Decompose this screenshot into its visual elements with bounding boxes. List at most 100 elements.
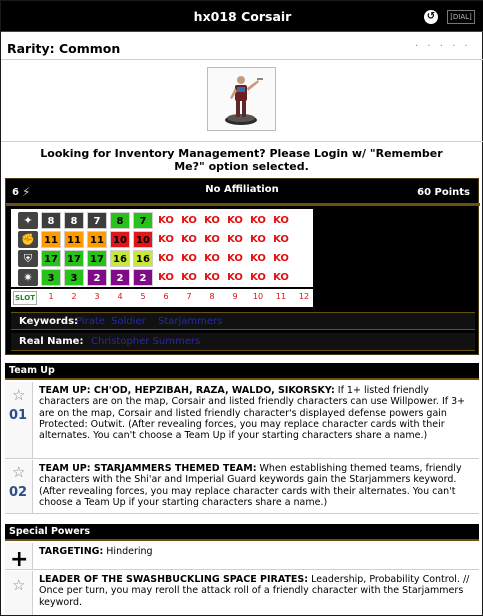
affiliation: No Affiliation <box>205 184 279 195</box>
title-bar: hx018 Corsair ↺ [DIAL] <box>1 1 483 32</box>
dial-cell: KO <box>202 231 222 248</box>
keyword-link[interactable]: Starjammers <box>158 316 222 327</box>
dial-cell: KO <box>271 231 291 248</box>
slot-number[interactable]: 4 <box>110 292 130 301</box>
team-up-number: 02 <box>9 485 28 500</box>
undo-icon[interactable]: ↺ <box>424 10 438 24</box>
team-up-text: TEAM UP: STARJAMMERS THEMED TEAM: When e… <box>39 463 471 508</box>
dial-cell: KO <box>202 269 222 286</box>
dial-cell: 10 <box>133 231 153 248</box>
real-name-label: Real Name: <box>19 336 84 347</box>
dial-cell: 8 <box>64 212 84 229</box>
dial-cell: KO <box>225 269 245 286</box>
dial-cell: KO <box>271 269 291 286</box>
slot-number[interactable]: 8 <box>202 292 222 301</box>
power-icon-cell: ☆ <box>5 571 33 615</box>
power-icon-cell: + <box>5 543 33 572</box>
dial-cell: 8 <box>110 212 130 229</box>
dial-cell: 17 <box>64 250 84 267</box>
dial-cell: 11 <box>41 231 61 248</box>
dial-cell: 16 <box>133 250 153 267</box>
power-text: LEADER OF THE SWASHBUCKLING SPACE PIRATE… <box>39 574 471 608</box>
keyword-link[interactable]: Pirate <box>76 316 105 327</box>
slot-label: SLOT <box>13 291 37 305</box>
dial-cell: 3 <box>41 269 61 286</box>
dial-cell: 11 <box>87 231 107 248</box>
divider <box>1 141 483 142</box>
slot-number[interactable]: 11 <box>271 292 291 301</box>
boot-icon: ✦ <box>18 212 38 229</box>
dial-cell: 17 <box>87 250 107 267</box>
dial-cell: KO <box>225 231 245 248</box>
dial-cell: 17 <box>41 250 61 267</box>
dial-cell: KO <box>202 250 222 267</box>
slot-number[interactable]: 3 <box>87 292 107 301</box>
rarity-label: Rarity: Common <box>7 41 121 56</box>
power-title: LEADER OF THE SWASHBUCKLING SPACE PIRATE… <box>39 574 309 585</box>
special-powers-header: Special Powers <box>5 524 479 541</box>
gold-band <box>6 203 480 206</box>
dial-cell: KO <box>248 269 268 286</box>
fist-icon: ✊ <box>18 231 38 248</box>
combat-dial: 6 ⚡ No Affiliation 60 Points ✦ ✊ ⛨ ✷ 8 8… <box>5 178 480 355</box>
dial-cell: 16 <box>110 250 130 267</box>
keyword-link[interactable]: Soldier <box>111 316 146 327</box>
divider <box>1 59 483 60</box>
team-up-title: TEAM UP: STARJAMMERS THEMED TEAM: <box>39 463 257 474</box>
dial-cell: KO <box>179 269 199 286</box>
slot-number[interactable]: 10 <box>248 292 268 301</box>
power-title: TARGETING: <box>39 546 104 557</box>
team-up-title: TEAM UP: CH'OD, HEPZIBAH, RAZA, WALDO, S… <box>39 385 335 396</box>
dial-cell: KO <box>248 231 268 248</box>
dial-cell: KO <box>156 212 176 229</box>
team-up-text: TEAM UP: CH'OD, HEPZIBAH, RAZA, WALDO, S… <box>39 385 471 441</box>
dial-cell: KO <box>156 269 176 286</box>
special-power-item: + TARGETING: Hindering <box>5 543 479 572</box>
dial-cell: 2 <box>133 269 153 286</box>
slot-number[interactable]: 2 <box>64 292 84 301</box>
dial-cell: KO <box>179 231 199 248</box>
dial-cell: KO <box>271 250 291 267</box>
team-up-heading: Team Up <box>9 365 55 376</box>
team-up-header: Team Up <box>5 363 479 380</box>
power-body: Hindering <box>103 546 153 557</box>
slot-number[interactable]: 9 <box>225 292 245 301</box>
slot-number[interactable]: 1 <box>41 292 61 301</box>
slot-number[interactable]: 7 <box>179 292 199 301</box>
dial-cell: 2 <box>87 269 107 286</box>
team-up-item: ☆ 01 TEAM UP: CH'OD, HEPZIBAH, RAZA, WAL… <box>5 382 479 459</box>
dial-cell: KO <box>202 212 222 229</box>
team-up-item: ☆ 02 TEAM UP: STARJAMMERS THEMED TEAM: W… <box>5 460 479 514</box>
dial-cell: KO <box>179 250 199 267</box>
shield-icon: ⛨ <box>18 250 38 267</box>
dial-cell: 8 <box>41 212 61 229</box>
dial-cell: KO <box>156 250 176 267</box>
keywords-bar: Keywords: Pirate Soldier Starjammers <box>11 312 475 330</box>
team-up-number: 01 <box>9 408 28 423</box>
slot-number[interactable]: 5 <box>133 292 153 301</box>
special-power-item: ☆ LEADER OF THE SWASHBUCKLING SPACE PIRA… <box>5 571 479 615</box>
dial-cell: 7 <box>87 212 107 229</box>
dial-cell: 10 <box>110 231 130 248</box>
star-icon[interactable]: ☆ <box>12 463 25 481</box>
starburst-icon: ✷ <box>18 269 38 286</box>
special-powers-heading: Special Powers <box>9 526 90 537</box>
rating-dots[interactable]: · · · · · <box>415 41 471 52</box>
character-title: hx018 Corsair <box>193 9 292 24</box>
slot-number[interactable]: 12 <box>294 292 314 301</box>
dial-cell: KO <box>179 212 199 229</box>
keywords-label: Keywords: <box>19 316 79 327</box>
dial-cell: KO <box>225 212 245 229</box>
star-icon[interactable]: ☆ <box>12 386 25 404</box>
stat-grid: ✦ ✊ ⛨ ✷ 8 8 7 8 7 KO KO KO KO KO KO 11 1… <box>11 209 313 287</box>
star-icon[interactable]: ☆ <box>12 576 25 594</box>
real-name-link[interactable]: Christopher Summers <box>91 336 200 347</box>
figure-image[interactable] <box>207 67 276 131</box>
plus-icon: + <box>10 547 29 572</box>
point-cost: 60 Points <box>417 187 470 198</box>
dial-cell: KO <box>248 250 268 267</box>
slot-number[interactable]: 6 <box>156 292 176 301</box>
dial-cell: KO <box>225 250 245 267</box>
dial-button[interactable]: [DIAL] <box>447 10 475 24</box>
dial-cell: KO <box>271 212 291 229</box>
